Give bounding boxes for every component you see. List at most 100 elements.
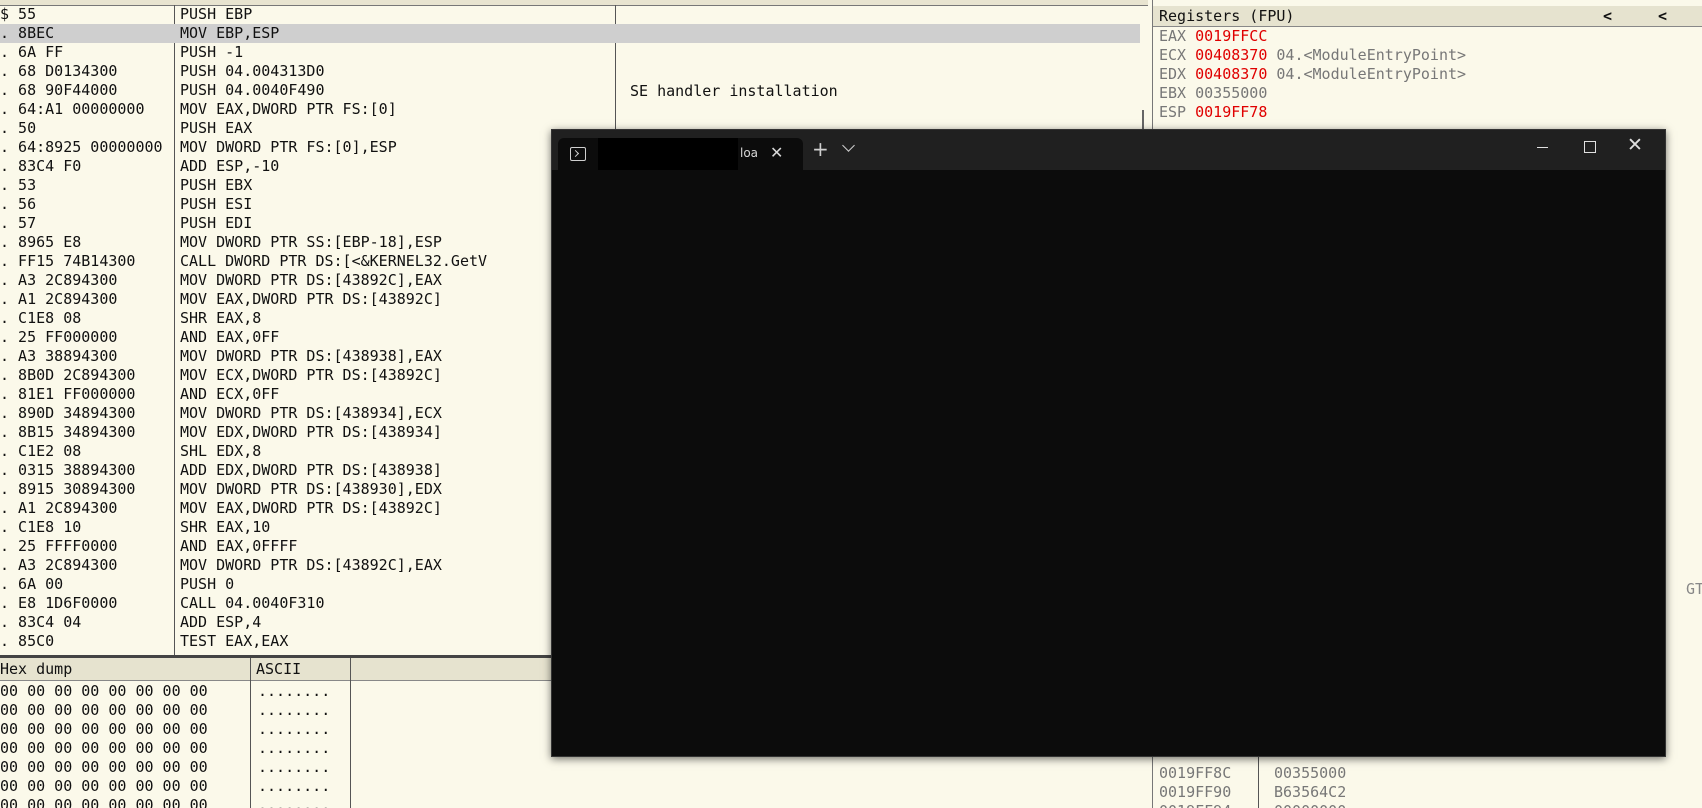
disassembly-hex-bytes: . C1E2 08 bbox=[0, 442, 82, 460]
disassembly-hex-bytes: . 8B0D 2C894300 bbox=[0, 366, 136, 384]
disassembly-instruction: CALL DWORD PTR DS:[<&KERNEL32.GetV bbox=[180, 252, 488, 270]
register-row[interactable]: EAX 0019FFCC bbox=[1159, 27, 1276, 46]
register-value[interactable]: 0019FF78 bbox=[1195, 103, 1267, 121]
disassembly-instruction: PUSH 04.004313D0 bbox=[180, 62, 325, 80]
register-row[interactable]: EDX 00408370 04.<ModuleEntryPoint> bbox=[1159, 65, 1466, 84]
register-name: EAX bbox=[1159, 27, 1187, 45]
disassembly-hex-bytes: . A3 2C894300 bbox=[0, 556, 118, 574]
disassembly-hex-bytes: . 56 bbox=[0, 195, 37, 213]
disassembly-row[interactable]: . 68 90F44000 PUSH 04.0040F490 bbox=[0, 81, 1140, 100]
terminal-window[interactable]: loa ✕ + ✕ bbox=[551, 129, 1666, 757]
disassembly-hex-bytes: . 64:A1 00000000 bbox=[0, 100, 145, 118]
ascii-column-header: ASCII bbox=[256, 660, 302, 678]
ascii-text: ........ bbox=[258, 682, 331, 700]
window-close-icon[interactable]: ✕ bbox=[1627, 134, 1643, 156]
ascii-text: ........ bbox=[258, 758, 331, 776]
disassembly-hex-bytes: . A1 2C894300 bbox=[0, 499, 118, 517]
terminal-tab[interactable]: loa ✕ bbox=[558, 138, 803, 170]
disassembly-instruction: PUSH EBP bbox=[180, 5, 253, 23]
hex-bytes: 00 00 00 00 00 00 00 00 bbox=[0, 758, 208, 776]
disassembly-hex-bytes: . A1 2C894300 bbox=[0, 290, 118, 308]
stack-address: 0019FF8C bbox=[1159, 764, 1232, 782]
disassembly-row[interactable]: $ 55 PUSH EBP bbox=[0, 5, 1140, 24]
minimize-icon[interactable] bbox=[1537, 147, 1548, 148]
disassembly-instruction: PUSH EBX bbox=[180, 176, 253, 194]
ascii-text: ........ bbox=[258, 701, 331, 719]
hex-bytes: 00 00 00 00 00 00 00 00 bbox=[0, 739, 208, 757]
disassembly-instruction: MOV DWORD PTR DS:[438934],ECX bbox=[180, 404, 442, 422]
disassembly-hex-bytes: . 81E1 FF000000 bbox=[0, 385, 136, 403]
disassembly-instruction: MOV EAX,DWORD PTR DS:[43892C] bbox=[180, 290, 442, 308]
register-name: ECX bbox=[1159, 46, 1187, 64]
ascii-text: ........ bbox=[258, 777, 331, 795]
registers-arrow-left-icon-2[interactable]: < bbox=[1658, 6, 1667, 26]
hex-bytes: 00 00 00 00 00 00 00 00 bbox=[0, 701, 208, 719]
disassembly-instruction: PUSH -1 bbox=[180, 43, 244, 61]
hex-bytes: 00 00 00 00 00 00 00 00 bbox=[0, 682, 208, 700]
disassembly-hex-bytes: . 64:8925 00000000 bbox=[0, 138, 163, 156]
disassembly-instruction: ADD ESP,-10 bbox=[180, 157, 280, 175]
stack-row[interactable]: 0019FF94 00000000 bbox=[1159, 802, 1346, 808]
disassembly-instruction: MOV DWORD PTR DS:[438930],EDX bbox=[180, 480, 442, 498]
close-tab-icon[interactable]: ✕ bbox=[770, 143, 783, 162]
chevron-down-icon[interactable] bbox=[842, 139, 855, 152]
disassembly-instruction: MOV EBP,ESP bbox=[180, 24, 280, 42]
ascii-text: ........ bbox=[258, 739, 331, 757]
disassembly-instruction: ADD ESP,4 bbox=[180, 613, 262, 631]
register-value[interactable]: 00355000 bbox=[1195, 84, 1267, 102]
disassembly-instruction: PUSH EDI bbox=[180, 214, 253, 232]
disassembly-instruction: MOV DWORD PTR DS:[43892C],EAX bbox=[180, 556, 442, 574]
disassembly-row[interactable]: . 68 D0134300 PUSH 04.004313D0 bbox=[0, 62, 1140, 81]
disassembly-hex-bytes: . 8915 30894300 bbox=[0, 480, 136, 498]
register-value[interactable]: 00408370 bbox=[1195, 65, 1267, 83]
register-row[interactable]: EBX 00355000 bbox=[1159, 84, 1276, 103]
stack-value: 00000000 bbox=[1274, 802, 1346, 808]
hex-dump-column-header: Hex dump bbox=[0, 660, 73, 678]
terminal-title-bar[interactable]: loa ✕ + ✕ bbox=[552, 130, 1665, 170]
new-tab-plus-icon[interactable]: + bbox=[812, 138, 829, 160]
disassembly-hex-bytes: . 890D 34894300 bbox=[0, 404, 136, 422]
register-comment: 04.<ModuleEntryPoint> bbox=[1276, 65, 1467, 83]
hex-bytes: 00 00 00 00 00 00 00 00 bbox=[0, 777, 208, 795]
disassembly-hex-bytes: . A3 2C894300 bbox=[0, 271, 118, 289]
register-value[interactable]: 00408370 bbox=[1195, 46, 1267, 64]
disassembly-instruction: SHR EAX,8 bbox=[180, 309, 262, 327]
disassembly-row[interactable]: . 64:A1 00000000 MOV EAX,DWORD PTR FS:[0] bbox=[0, 100, 1140, 119]
disassembly-hex-bytes: . 68 D0134300 bbox=[0, 62, 118, 80]
disassembly-instruction: MOV EAX,DWORD PTR FS:[0] bbox=[180, 100, 397, 118]
disassembly-instruction: SHR EAX,10 bbox=[180, 518, 271, 536]
disassembly-instruction: SHL EDX,8 bbox=[180, 442, 262, 460]
registers-arrow-left-icon[interactable]: < bbox=[1603, 6, 1612, 26]
disassembly-comment: SE handler installation bbox=[630, 82, 838, 100]
stack-value: B63564C2 bbox=[1274, 783, 1347, 801]
disassembly-row[interactable]: . 8BEC MOV EBP,ESP bbox=[0, 24, 1140, 43]
disassembly-hex-bytes: . 83C4 04 bbox=[0, 613, 82, 631]
disassembly-instruction: MOV DWORD PTR DS:[43892C],EAX bbox=[180, 271, 442, 289]
stack-address: 0019FF94 bbox=[1159, 802, 1231, 808]
register-row[interactable]: ESP 0019FF78 bbox=[1159, 103, 1276, 122]
maximize-icon[interactable] bbox=[1584, 141, 1596, 153]
disassembly-instruction: PUSH EAX bbox=[180, 119, 253, 137]
disassembly-hex-bytes: . 50 bbox=[0, 119, 37, 137]
register-value[interactable]: 0019FFCC bbox=[1195, 27, 1267, 45]
stack-row[interactable]: 0019FF90 B63564C2 bbox=[1159, 783, 1346, 802]
register-name: EDX bbox=[1159, 65, 1187, 83]
register-flags-fragment: GT) bbox=[1686, 580, 1702, 598]
disassembly-instruction: PUSH 04.0040F490 bbox=[180, 81, 325, 99]
disassembly-instruction: PUSH 0 bbox=[180, 575, 235, 593]
stack-value: 00355000 bbox=[1274, 764, 1347, 782]
stack-row[interactable]: 0019FF8C 00355000 bbox=[1159, 764, 1346, 783]
disassembly-instruction: CALL 04.0040F310 bbox=[180, 594, 325, 612]
terminal-tab-label: loa bbox=[740, 146, 759, 160]
register-row[interactable]: ECX 00408370 04.<ModuleEntryPoint> bbox=[1159, 46, 1466, 65]
disassembly-instruction: MOV EAX,DWORD PTR DS:[43892C] bbox=[180, 499, 442, 517]
disassembly-hex-bytes: . 68 90F44000 bbox=[0, 81, 118, 99]
disassembly-instruction: MOV DWORD PTR FS:[0],ESP bbox=[180, 138, 397, 156]
disassembly-instruction: PUSH ESI bbox=[180, 195, 253, 213]
disassembly-hex-bytes: . 6A 00 bbox=[0, 575, 64, 593]
disassembly-instruction: MOV DWORD PTR DS:[438938],EAX bbox=[180, 347, 442, 365]
terminal-console-area[interactable] bbox=[552, 170, 1665, 756]
disassembly-row[interactable]: . 6A FF PUSH -1 bbox=[0, 43, 1140, 62]
disassembly-hex-bytes: . 57 bbox=[0, 214, 37, 232]
disassembly-instruction: MOV ECX,DWORD PTR DS:[43892C] bbox=[180, 366, 442, 384]
